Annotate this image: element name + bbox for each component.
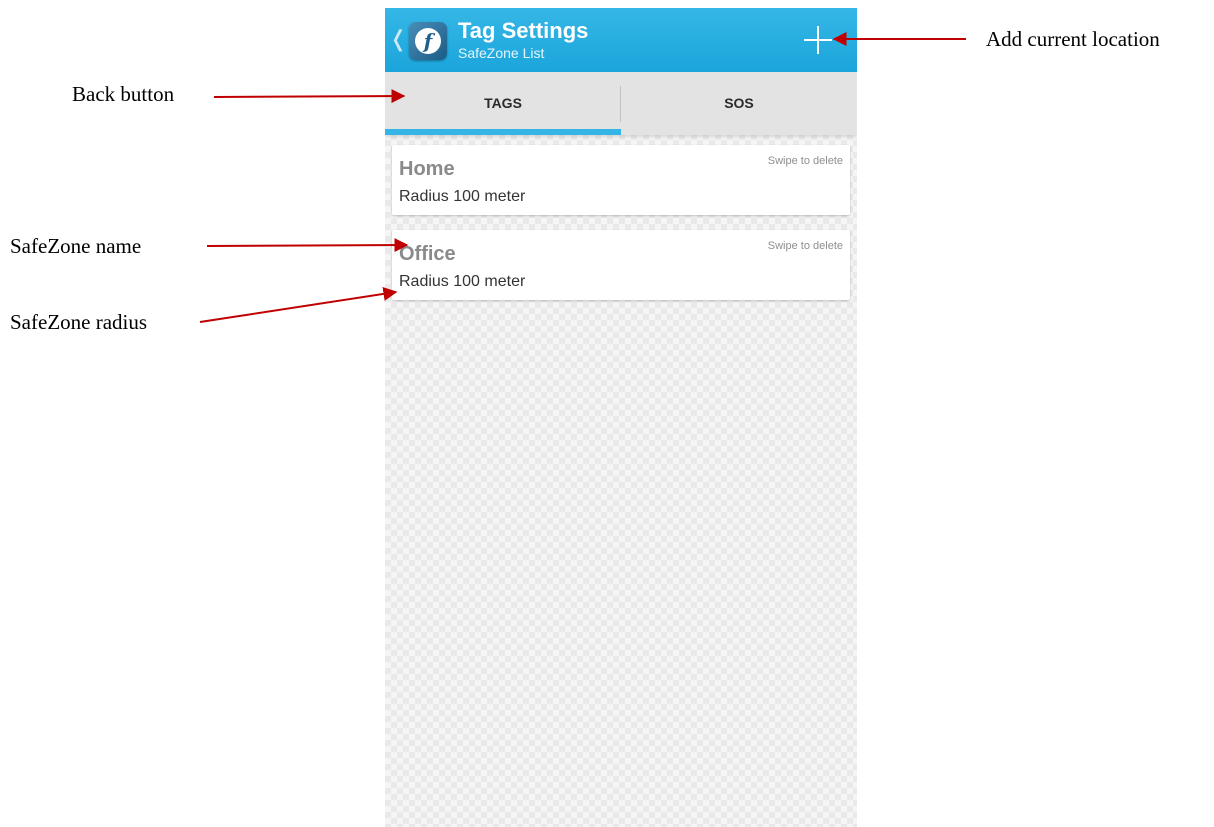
safezone-card[interactable]: Home Radius 100 meter Swipe to delete <box>392 145 850 215</box>
annotation-safezone-radius: SafeZone radius <box>10 310 148 334</box>
arrow-safezone-name <box>206 238 409 253</box>
annotation-add-current-location: Add current location <box>986 27 1160 51</box>
arrow-back-button <box>213 89 406 104</box>
tab-tags[interactable]: TAGS <box>385 72 621 135</box>
plus-icon-vertical <box>817 26 819 54</box>
arrow-safezone-radius <box>199 286 398 323</box>
action-bar: ❬ f Tag Settings SafeZone List <box>385 8 857 72</box>
phone-screen: ❬ f Tag Settings SafeZone List TAGS SOS … <box>385 8 857 827</box>
tab-sos[interactable]: SOS <box>621 72 857 135</box>
annotation-back-button: Back button <box>72 82 175 106</box>
chevron-left-icon[interactable]: ❬ <box>389 26 407 54</box>
selected-tab-indicator <box>385 129 621 135</box>
screen-title: Tag Settings <box>458 18 589 43</box>
screen-subtitle: SafeZone List <box>458 45 545 61</box>
safezone-card[interactable]: Office Radius 100 meter Swipe to delete <box>392 230 850 300</box>
safezone-name: Office <box>399 243 456 265</box>
safezone-radius: Radius 100 meter <box>399 188 526 205</box>
annotated-screenshot: Add current location Back button SafeZon… <box>0 0 1214 827</box>
swipe-to-delete-hint: Swipe to delete <box>767 240 843 252</box>
safezone-radius: Radius 100 meter <box>399 273 526 290</box>
swipe-to-delete-hint: Swipe to delete <box>767 155 843 167</box>
app-logo-icon[interactable]: f <box>409 22 447 60</box>
annotation-safezone-name: SafeZone name <box>10 234 142 258</box>
tab-bar: TAGS SOS <box>385 72 857 135</box>
app-logo-glyph: f <box>423 29 433 53</box>
add-location-button[interactable] <box>800 22 836 58</box>
safezone-name: Home <box>399 158 455 180</box>
